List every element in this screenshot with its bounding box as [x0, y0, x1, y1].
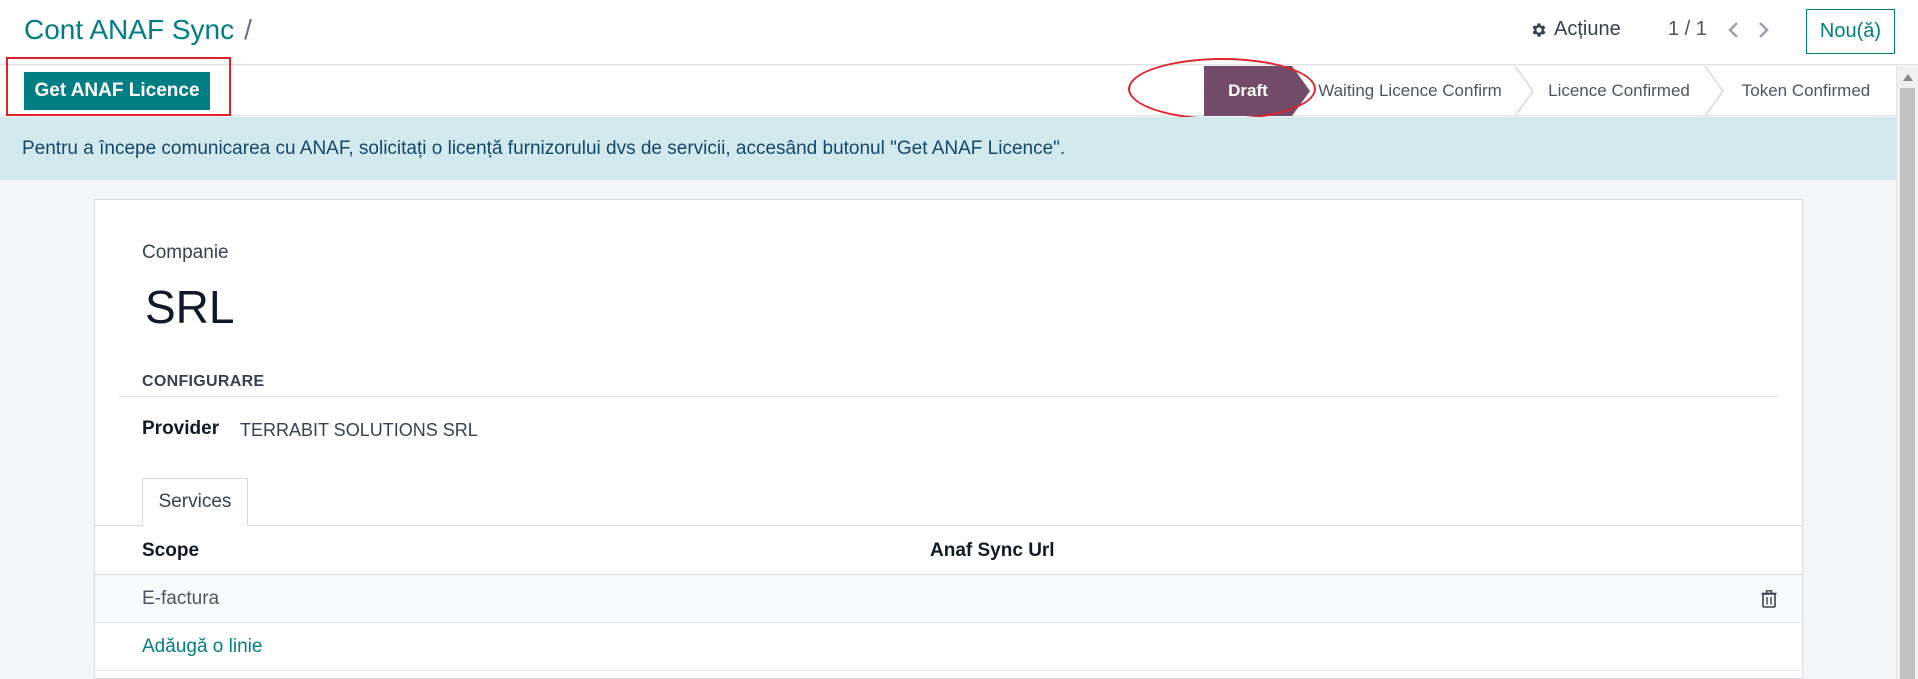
- form-sheet: Companie SRL CONFIGURARE Provider TERRAB…: [94, 199, 1803, 679]
- vertical-scrollbar[interactable]: [1896, 66, 1918, 679]
- chevron-right-icon: [1759, 22, 1769, 38]
- actions-menu-button[interactable]: Acțiune: [1530, 18, 1621, 41]
- gear-icon: [1532, 22, 1546, 37]
- status-stage-waiting-licence-confirm[interactable]: Waiting Licence Confirm: [1310, 66, 1510, 116]
- pager-previous-button[interactable]: [1721, 16, 1745, 44]
- pager-value[interactable]: 1 / 1: [1668, 18, 1707, 41]
- breadcrumb-separator: /: [244, 14, 252, 45]
- scrollbar-thumb[interactable]: [1900, 88, 1915, 679]
- table-header: Scope Anaf Sync Url: [95, 526, 1802, 575]
- control-panel-top: Cont ANAF Sync / Acțiune 1 / 1 Nou(ă): [0, 0, 1918, 65]
- scroll-up-arrow-icon[interactable]: [1903, 74, 1913, 81]
- add-line-row: Adăugă o linie: [95, 623, 1802, 671]
- tab-services[interactable]: Services: [142, 478, 248, 526]
- column-header-scope[interactable]: Scope: [142, 540, 199, 562]
- provider-field[interactable]: TERRABIT SOLUTIONS SRL: [240, 420, 478, 441]
- annotation-highlight-rectangle: [6, 57, 231, 116]
- info-alert-text: Pentru a începe comunicarea cu ANAF, sol…: [22, 137, 1066, 159]
- services-table: Scope Anaf Sync Url E-factura Adăugă o l…: [95, 526, 1802, 671]
- section-title-configurare: CONFIGURARE: [142, 373, 265, 390]
- table-row[interactable]: E-factura: [95, 575, 1802, 623]
- trash-icon[interactable]: [1759, 589, 1779, 609]
- status-separator-chevron: [1514, 66, 1534, 116]
- status-stage-token-confirmed[interactable]: Token Confirmed: [1726, 66, 1886, 116]
- company-label: Companie: [142, 242, 229, 263]
- pager-next-button[interactable]: [1752, 16, 1776, 44]
- add-line-link[interactable]: Adăugă o linie: [142, 636, 262, 658]
- company-name-field[interactable]: SRL: [145, 280, 234, 334]
- control-panel-bottom: Get ANAF Licence Draft Waiting Licence C…: [0, 57, 1896, 116]
- status-separator-chevron: [1704, 66, 1724, 116]
- cell-scope[interactable]: E-factura: [142, 588, 219, 610]
- actions-label: Acțiune: [1554, 18, 1621, 40]
- new-record-button[interactable]: Nou(ă): [1806, 9, 1895, 54]
- section-divider: [119, 396, 1778, 397]
- chevron-left-icon: [1728, 22, 1738, 38]
- info-alert: Pentru a începe comunicarea cu ANAF, sol…: [0, 117, 1896, 180]
- status-stage-licence-confirmed[interactable]: Licence Confirmed: [1534, 66, 1704, 116]
- breadcrumb: Cont ANAF Sync /: [24, 14, 252, 46]
- breadcrumb-title[interactable]: Cont ANAF Sync: [24, 14, 234, 46]
- provider-label: Provider: [142, 418, 220, 439]
- annotation-highlight-ellipse: [1128, 58, 1316, 120]
- column-header-anaf-sync-url[interactable]: Anaf Sync Url: [930, 540, 1055, 562]
